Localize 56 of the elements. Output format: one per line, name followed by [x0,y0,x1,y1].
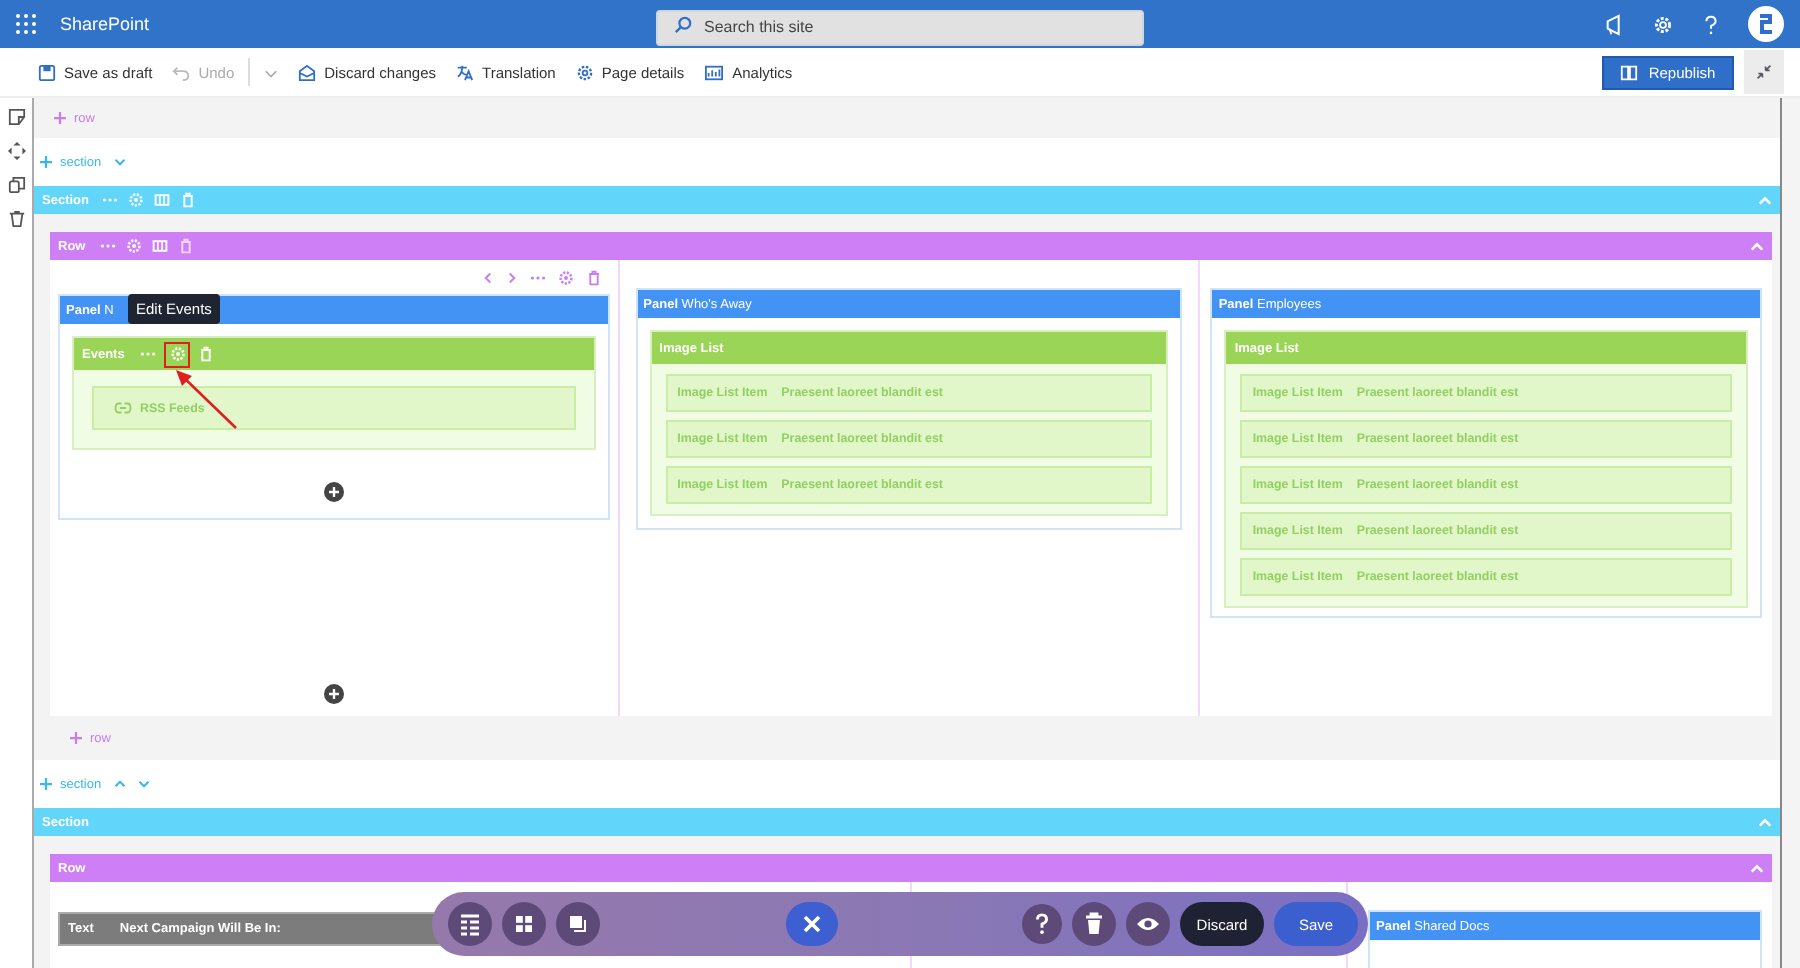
plus-icon [40,156,52,168]
move-down-icon[interactable] [113,156,126,168]
columns-icon[interactable] [151,238,168,254]
eye-icon[interactable] [1126,902,1170,946]
move-icon[interactable] [7,142,25,160]
translation-icon [456,63,475,81]
collapse-button[interactable] [1744,50,1784,94]
link-icon [114,402,132,414]
edit-icon[interactable] [7,108,25,126]
search-icon [674,15,692,33]
collapse-chevron-icon[interactable] [1758,815,1772,829]
settings-button[interactable] [166,343,189,365]
chart-icon [704,63,725,81]
scrollbar[interactable] [1780,98,1800,968]
collapse-chevron-icon[interactable] [1750,861,1764,875]
grid-icon[interactable] [502,902,546,946]
collapse-chevron-icon[interactable] [1758,193,1772,207]
megaphone-icon[interactable] [1604,13,1626,35]
copy-icon[interactable] [7,176,25,194]
undo-icon [172,63,191,81]
collapse-chevron-icon[interactable] [1750,239,1764,253]
add-icon[interactable] [323,482,344,502]
more-icon[interactable] [99,242,116,250]
more-icon[interactable] [102,196,119,204]
more-icon[interactable] [140,350,157,358]
chevron-left-icon[interactable] [481,272,494,284]
avatar-icon[interactable] [1748,6,1784,42]
move-up-icon[interactable] [113,778,126,790]
layout-icon[interactable] [448,902,492,946]
chevron-right-icon[interactable] [505,272,518,284]
search-field[interactable]: Search this site [656,9,1144,45]
book-icon [1620,63,1639,81]
save-icon [38,63,56,81]
app-launcher-icon[interactable] [16,14,36,34]
annotation-arrow [170,366,242,434]
more-icon[interactable] [529,274,546,282]
gear-icon [169,346,186,362]
gear-icon[interactable] [557,270,574,286]
chevron-down-icon[interactable] [264,65,279,79]
gear-icon [575,63,594,81]
plus-icon [40,778,52,790]
collapse-icon [1756,64,1772,80]
discard-icon [298,63,317,81]
trash-icon[interactable] [1072,902,1116,946]
close-icon[interactable] [785,902,837,946]
add-icon[interactable] [323,684,344,704]
app-name[interactable]: SharePoint [60,14,150,34]
copy-icon[interactable] [556,902,600,946]
move-down-icon[interactable] [137,778,150,790]
settings-icon[interactable] [1652,13,1674,35]
trash-icon[interactable] [7,210,25,228]
help-icon[interactable] [1700,13,1722,35]
help-icon[interactable] [1022,904,1062,944]
columns-icon[interactable] [154,192,171,208]
plus-icon [54,112,66,124]
plus-icon [70,732,82,744]
